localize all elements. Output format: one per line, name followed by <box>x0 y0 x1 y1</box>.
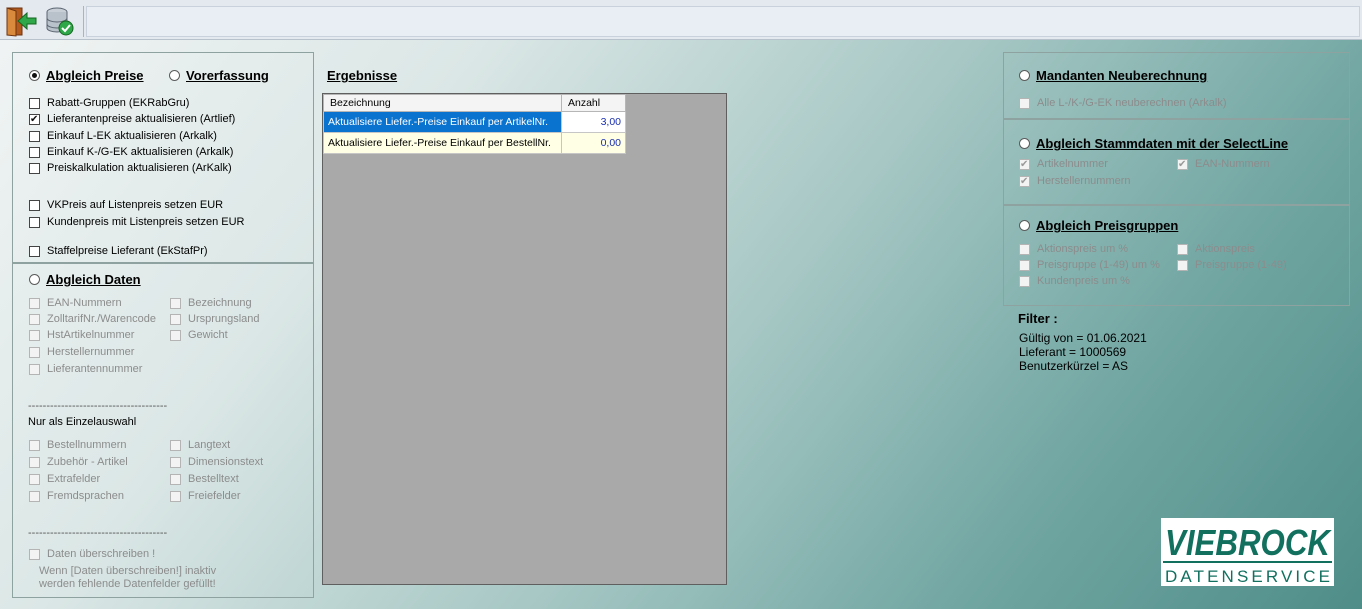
einkauf-kgek-checkbox[interactable]: Einkauf K-/G-EK aktualisieren (Arkalk) <box>29 146 233 158</box>
results-grid[interactable]: Bezeichnung Anzahl Aktualisiere Liefer.-… <box>322 93 727 585</box>
radio-indicator <box>1019 220 1030 231</box>
stamm-hersteller-checkbox[interactable]: Herstellernummern <box>1019 175 1131 187</box>
abgleich-daten-radio[interactable]: Abgleich Daten <box>29 272 141 287</box>
filter-title: Filter : <box>1018 311 1058 326</box>
abgleich-daten-label: Abgleich Daten <box>46 272 141 287</box>
preisgruppen-label: Abgleich Preisgruppen <box>1036 218 1179 233</box>
daten-ean-checkbox[interactable]: EAN-Nummern <box>29 297 122 309</box>
daten-lieferant-checkbox[interactable]: Lieferantennummer <box>29 363 142 375</box>
staffelpreise-checkbox[interactable]: Staffelpreise Lieferant (EkStafPr) <box>29 245 208 257</box>
overwrite-note-2: werden fehlende Datenfelder gefüllt! <box>39 578 216 590</box>
daten-hstartikel-checkbox[interactable]: HstArtikelnummer <box>29 329 134 341</box>
mandanten-radio[interactable]: Mandanten Neuberechnung <box>1019 68 1207 83</box>
rabatt-gruppen-checkbox[interactable]: Rabatt-Gruppen (EKRabGru) <box>29 97 189 109</box>
kundenpreis-prozent-checkbox[interactable]: Kundenpreis um % <box>1019 275 1130 287</box>
daten-ursprungsland-checkbox[interactable]: Ursprungsland <box>170 313 260 325</box>
filter-gueltig: Gültig von = 01.06.2021 <box>1019 331 1147 345</box>
einzel-bestelltext-checkbox[interactable]: Bestelltext <box>170 473 239 485</box>
logo-subtitle: DATENSERVICE <box>1165 567 1330 586</box>
table-row[interactable]: Aktualisiere Liefer.-Preise Einkauf per … <box>323 111 626 133</box>
radio-indicator <box>29 70 40 81</box>
database-check-icon <box>46 7 74 36</box>
aktionspreis-checkbox[interactable]: Aktionspreis <box>1177 243 1255 255</box>
row-count[interactable]: 0,00 <box>561 132 626 154</box>
column-header-anzahl[interactable]: Anzahl <box>561 94 626 112</box>
filter-lieferant: Lieferant = 1000569 <box>1019 345 1127 359</box>
toolbar <box>0 0 1362 40</box>
daten-hersteller-checkbox[interactable]: Herstellernummer <box>29 346 134 358</box>
exit-door-icon <box>6 7 37 37</box>
einzelauswahl-label: Nur als Einzelauswahl <box>28 416 137 428</box>
einzel-bestellnummern-checkbox[interactable]: Bestellnummern <box>29 439 126 451</box>
column-header-bezeichnung[interactable]: Bezeichnung <box>323 94 562 112</box>
vorerfassung-radio[interactable]: Vorerfassung <box>169 68 269 83</box>
kundenpreis-checkbox[interactable]: Kundenpreis mit Listenpreis setzen EUR <box>29 216 244 228</box>
table-row[interactable]: Aktualisiere Liefer.-Preise Einkauf per … <box>323 132 626 154</box>
radio-indicator <box>29 274 40 285</box>
einkauf-lek-checkbox[interactable]: Einkauf L-EK aktualisieren (Arkalk) <box>29 130 217 142</box>
separator-line: -------------------------------------- <box>28 400 168 412</box>
mandanten-neuberechnen-checkbox[interactable]: Alle L-/K-/G-EK neuberechnen (Arkalk) <box>1019 97 1227 109</box>
vorerfassung-label: Vorerfassung <box>186 68 269 83</box>
einzel-zubehoer-checkbox[interactable]: Zubehör - Artikel <box>29 456 128 468</box>
row-name[interactable]: Aktualisiere Liefer.-Preise Einkauf per … <box>323 111 562 133</box>
preisgruppen-radio[interactable]: Abgleich Preisgruppen <box>1019 218 1178 233</box>
database-check-button[interactable] <box>42 4 78 38</box>
viebrock-logo: VIEBROCK DATENSERVICE <box>1161 518 1334 586</box>
row-name[interactable]: Aktualisiere Liefer.-Preise Einkauf per … <box>323 132 562 154</box>
einzel-dimensionstext-checkbox[interactable]: Dimensionstext <box>170 456 263 468</box>
exit-button[interactable] <box>3 4 39 38</box>
daten-gewicht-checkbox[interactable]: Gewicht <box>170 329 228 341</box>
radio-indicator <box>1019 70 1030 81</box>
einzel-extrafelder-checkbox[interactable]: Extrafelder <box>29 473 100 485</box>
filter-benutzer: Benutzerkürzel = AS <box>1019 359 1129 373</box>
abgleich-preise-radio[interactable]: Abgleich Preise <box>29 68 144 83</box>
einzel-freiefelder-checkbox[interactable]: Freiefelder <box>170 490 241 502</box>
stamm-artikelnummer-checkbox[interactable]: Artikelnummer <box>1019 158 1108 170</box>
daten-ueberschreiben-checkbox[interactable]: Daten überschreiben ! <box>29 548 155 560</box>
toolbar-area <box>86 6 1360 37</box>
overwrite-note-1: Wenn [Daten überschreiben!] inaktiv <box>39 565 217 577</box>
separator-line: -------------------------------------- <box>28 527 168 539</box>
logo-brand: VIEBROCK <box>1165 522 1333 563</box>
preisgruppe-prozent-checkbox[interactable]: Preisgruppe (1-49) um % <box>1019 259 1160 271</box>
row-count[interactable]: 3,00 <box>561 111 626 133</box>
daten-zolltarif-checkbox[interactable]: ZolltarifNr./Warencode <box>29 313 156 325</box>
einzel-fremdsprachen-checkbox[interactable]: Fremdsprachen <box>29 490 124 502</box>
daten-bezeichnung-checkbox[interactable]: Bezeichnung <box>170 297 252 309</box>
lieferantenpreise-checkbox[interactable]: Lieferantenpreise aktualisieren (Artlief… <box>29 113 235 125</box>
radio-indicator <box>169 70 180 81</box>
aktionspreis-prozent-checkbox[interactable]: Aktionspreis um % <box>1019 243 1128 255</box>
abgleich-preise-label: Abgleich Preise <box>46 68 144 83</box>
toolbar-separator <box>83 6 84 37</box>
preisgruppe-checkbox[interactable]: Preisgruppe (1-49) <box>1177 259 1287 271</box>
vkpreis-checkbox[interactable]: VKPreis auf Listenpreis setzen EUR <box>29 199 223 211</box>
results-title: Ergebnisse <box>327 68 398 83</box>
einzel-langtext-checkbox[interactable]: Langtext <box>170 439 230 451</box>
preiskalkulation-checkbox[interactable]: Preiskalkulation aktualisieren (ArKalk) <box>29 162 232 174</box>
stammdaten-label: Abgleich Stammdaten mit der SelectLine <box>1036 136 1289 151</box>
radio-indicator <box>1019 138 1030 149</box>
stamm-ean-checkbox[interactable]: EAN-Nummern <box>1177 158 1270 170</box>
stammdaten-radio[interactable]: Abgleich Stammdaten mit der SelectLine <box>1019 136 1288 151</box>
results-table: Bezeichnung Anzahl Aktualisiere Liefer.-… <box>323 94 626 154</box>
mandanten-label: Mandanten Neuberechnung <box>1036 68 1208 83</box>
